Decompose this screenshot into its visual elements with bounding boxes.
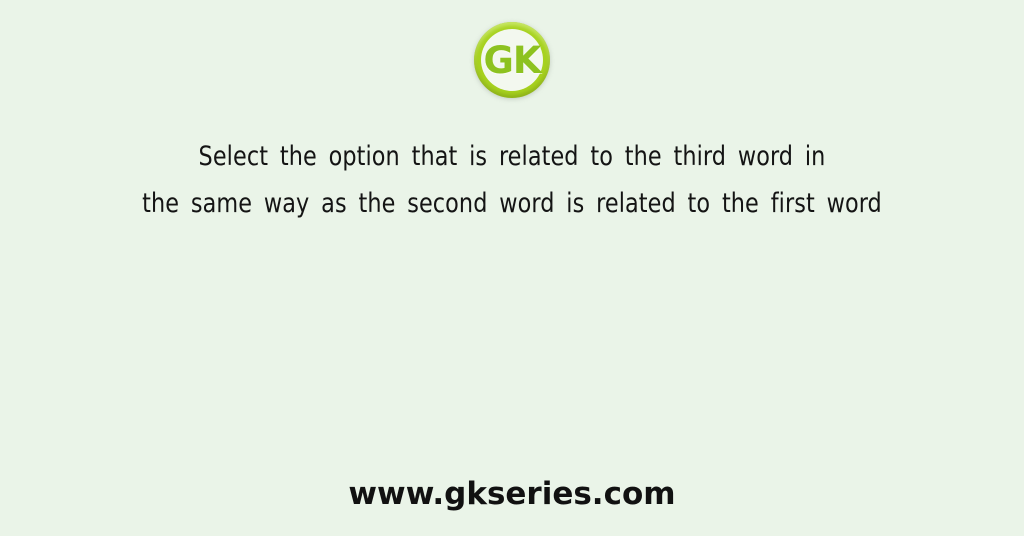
- logo-text: GK: [483, 38, 541, 82]
- question-line-1: Select the option that is related to the…: [198, 141, 826, 172]
- footer-website: www.gkseries.com: [348, 476, 676, 512]
- gk-logo: GK: [472, 20, 552, 100]
- question-text: Select the option that is related to the…: [41, 133, 983, 227]
- question-card: GK Select the option that is related to …: [0, 0, 1024, 536]
- question-line-2: the same way as the second word is relat…: [142, 188, 882, 219]
